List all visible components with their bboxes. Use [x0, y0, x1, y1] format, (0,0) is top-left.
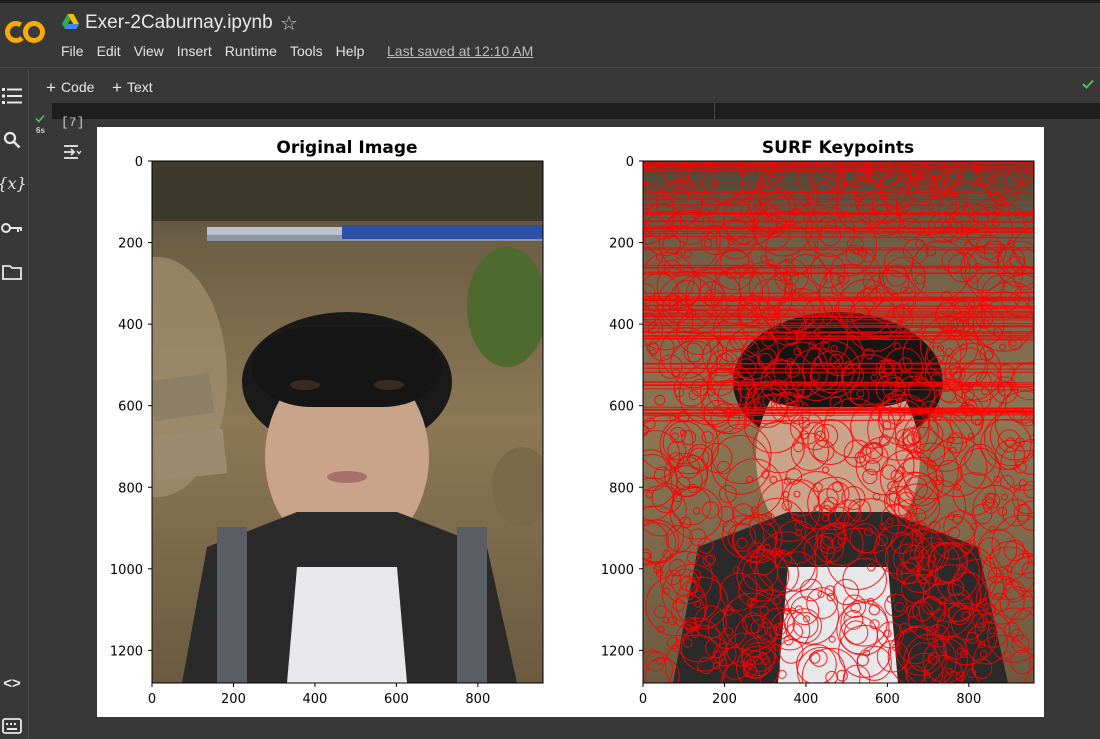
- last-saved-link[interactable]: Last saved at 12:10 AM: [387, 43, 533, 59]
- search-icon[interactable]: [0, 128, 24, 152]
- x-tick-label: 600: [384, 692, 409, 707]
- y-tick-label: 800: [118, 481, 143, 496]
- colab-logo[interactable]: [4, 16, 46, 48]
- x-tick-label: 200: [221, 692, 246, 707]
- keypoint-streak: [643, 381, 1034, 384]
- x-tick-label: 0: [639, 692, 647, 707]
- y-tick-label: 1000: [601, 563, 634, 578]
- keypoint-streak: [643, 307, 1034, 310]
- x-tick-label: 400: [303, 692, 328, 707]
- left-sidebar: {x} <>: [0, 69, 29, 739]
- keypoint-streak: [643, 322, 1034, 325]
- keypoint-streak: [643, 220, 1034, 223]
- original-photo: [152, 161, 543, 683]
- axes-surf: SURF Keypoints 0 200 400 600 800 0 200 400 600 80…: [601, 138, 1035, 707]
- keypoint-streak: [643, 331, 1034, 334]
- figure-canvas: Original Image 0 200 400 600 80002004006…: [110, 138, 1035, 707]
- plus-icon: +: [112, 78, 122, 97]
- y-tick-label: 0: [626, 155, 634, 170]
- x-tick-label: 400: [794, 692, 819, 707]
- secrets-key-icon[interactable]: [0, 216, 24, 240]
- run-success-check-icon: [35, 114, 45, 123]
- menu-bar: File Edit View Insert Runtime Tools Help: [61, 43, 377, 59]
- axes-title: SURF Keypoints: [762, 138, 914, 158]
- menu-item-runtime[interactable]: Runtime: [225, 43, 277, 59]
- menu-item-insert[interactable]: Insert: [177, 43, 212, 59]
- menu-item-view[interactable]: View: [134, 43, 164, 59]
- y-tick-label: 0: [135, 155, 143, 170]
- x-tick-label: 200: [712, 692, 737, 707]
- x-tick-label: 800: [956, 692, 981, 707]
- code-snippets-icon[interactable]: <>: [0, 671, 24, 695]
- divider: [714, 103, 715, 119]
- y-tick-label: 800: [609, 481, 634, 496]
- menu-item-help[interactable]: Help: [336, 43, 365, 59]
- y-tick-label: 600: [118, 400, 143, 415]
- keypoint-streak: [643, 297, 1034, 300]
- add-text-button[interactable]: + Text: [112, 77, 153, 97]
- table-of-contents-icon[interactable]: [0, 84, 24, 108]
- y-tick-label: 1200: [110, 644, 143, 659]
- connected-check-icon[interactable]: [1082, 79, 1094, 89]
- execution-count[interactable]: [7]: [61, 115, 84, 130]
- google-drive-icon[interactable]: [62, 14, 79, 30]
- add-code-button[interactable]: + Code: [46, 77, 94, 97]
- keypoint-streak: [643, 324, 1034, 327]
- notebook-title[interactable]: Exer-2Caburnay.ipynb: [85, 12, 273, 34]
- execution-time: 6s: [36, 126, 45, 135]
- y-tick-label: 400: [118, 318, 143, 333]
- axes-title: Original Image: [276, 138, 417, 158]
- x-tick-label: 0: [148, 692, 156, 707]
- code-editor[interactable]: [52, 103, 1100, 119]
- files-folder-icon[interactable]: [0, 260, 24, 284]
- keypoint-streak: [643, 296, 1034, 298]
- axes-original: Original Image 0 200 400 600 80002004006…: [110, 138, 544, 707]
- output-actions-icon[interactable]: [62, 143, 82, 161]
- plus-icon: +: [46, 78, 56, 97]
- notebook-toolbar: + Code + Text: [30, 69, 1100, 103]
- variables-icon[interactable]: {x}: [0, 171, 27, 195]
- header-bar: Exer-2Caburnay.ipynb ☆ File Edit View In…: [0, 0, 1100, 68]
- y-tick-label: 400: [609, 318, 634, 333]
- y-tick-label: 1000: [110, 563, 143, 578]
- menu-item-edit[interactable]: Edit: [97, 43, 121, 59]
- y-tick-label: 200: [609, 237, 634, 252]
- y-tick-label: 1200: [601, 644, 634, 659]
- keypoint-photo: [643, 161, 1034, 683]
- x-tick-label: 600: [875, 692, 900, 707]
- x-tick-label: 800: [465, 692, 490, 707]
- output-figure: Original Image 0 200 400 600 800 0 200 4…: [97, 127, 1044, 717]
- menu-item-tools[interactable]: Tools: [290, 43, 323, 59]
- terminal-icon[interactable]: [0, 714, 24, 738]
- star-icon[interactable]: ☆: [280, 11, 298, 36]
- y-tick-label: 600: [609, 400, 634, 415]
- keypoint-streak: [643, 198, 1034, 201]
- menu-item-file[interactable]: File: [61, 43, 84, 59]
- y-tick-label: 200: [118, 237, 143, 252]
- keypoint-streak: [643, 169, 1034, 172]
